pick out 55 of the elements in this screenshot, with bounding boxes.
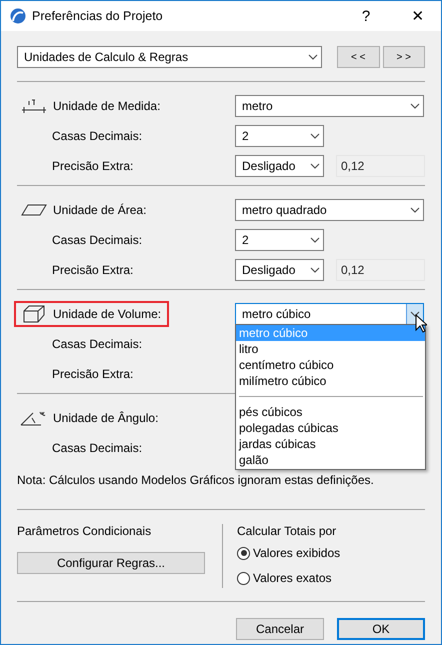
chevron-icon <box>310 237 320 243</box>
unit-label: Unidade de Ângulo: <box>53 411 158 425</box>
chevron-icon <box>410 311 420 317</box>
next-button[interactable]: > > <box>382 46 426 68</box>
box-icon <box>23 305 45 323</box>
dropdown-option[interactable]: galão <box>236 452 425 468</box>
unit-label: Unidade de Volume: <box>53 307 162 321</box>
section-heading: Parâmetros Condicionais <box>17 524 152 538</box>
field-label: Casas Decimais: <box>52 129 144 143</box>
chevron-icon <box>310 267 320 273</box>
parallelogram-icon <box>21 204 47 216</box>
dropdown-option[interactable]: milímetro cúbico <box>236 373 425 389</box>
dropdown-option[interactable]: jardas cúbicas <box>236 436 425 452</box>
field-label: Casas Decimais: <box>52 233 144 247</box>
previous-button[interactable]: < < <box>337 46 380 68</box>
field-label: Casas Decimais: <box>52 441 144 455</box>
sample-value-field: 0,12 <box>336 259 425 281</box>
decimals-dropdown[interactable]: 2 <box>235 125 324 147</box>
chevron-icon <box>308 54 318 60</box>
section-heading: Calcular Totais por <box>237 524 338 538</box>
configure-rules-button[interactable]: Configurar Regras... <box>17 552 205 574</box>
dropdown-option[interactable]: centímetro cúbico <box>236 357 425 373</box>
precision-dropdown[interactable]: Desligado <box>235 259 324 281</box>
window-title: Preferências do Projeto <box>32 9 164 23</box>
unit-dropdown[interactable]: metro <box>235 95 424 117</box>
chevron-icon <box>410 207 420 213</box>
chevron-icon <box>310 133 320 139</box>
field-label: Precisão Extra: <box>52 159 134 173</box>
radio-label: Valores exatos <box>253 571 332 585</box>
angle-icon <box>20 410 48 426</box>
precision-dropdown[interactable]: Desligado <box>235 155 324 177</box>
unit-label: Unidade de Medida: <box>53 99 160 113</box>
radio-button[interactable] <box>237 546 250 560</box>
page-dropdown[interactable]: Unidades de Calculo & Regras <box>17 46 322 68</box>
ok-button[interactable]: OK <box>337 618 425 640</box>
dropdown-option[interactable]: polegadas cúbicas <box>236 420 425 436</box>
chevron-icon <box>310 163 320 169</box>
field-label: Precisão Extra: <box>52 263 134 277</box>
field-label: Precisão Extra: <box>52 367 134 381</box>
chevron-icon <box>410 103 420 109</box>
help-button[interactable]: ? <box>343 1 389 31</box>
sample-value-field: 0,12 <box>336 155 425 177</box>
unit-label: Unidade de Área: <box>53 203 146 217</box>
dimension-icon <box>21 99 47 113</box>
radio-label: Valores exibidos <box>253 546 340 560</box>
dropdown-option[interactable]: litro <box>236 341 425 357</box>
dropdown-option[interactable]: pés cúbicos <box>236 404 425 420</box>
radio-button[interactable] <box>237 572 250 584</box>
field-label: Casas Decimais: <box>52 337 144 351</box>
app-logo-icon <box>10 8 26 24</box>
close-button[interactable]: ✕ <box>395 1 441 31</box>
note-text: Nota: Cálculos usando Modelos Gráficos ignoram estas definições. <box>17 473 375 487</box>
cancel-button[interactable]: Cancelar <box>236 618 324 640</box>
unit-dropdown[interactable]: metro quadrado <box>235 199 424 221</box>
decimals-dropdown[interactable]: 2 <box>235 229 324 251</box>
